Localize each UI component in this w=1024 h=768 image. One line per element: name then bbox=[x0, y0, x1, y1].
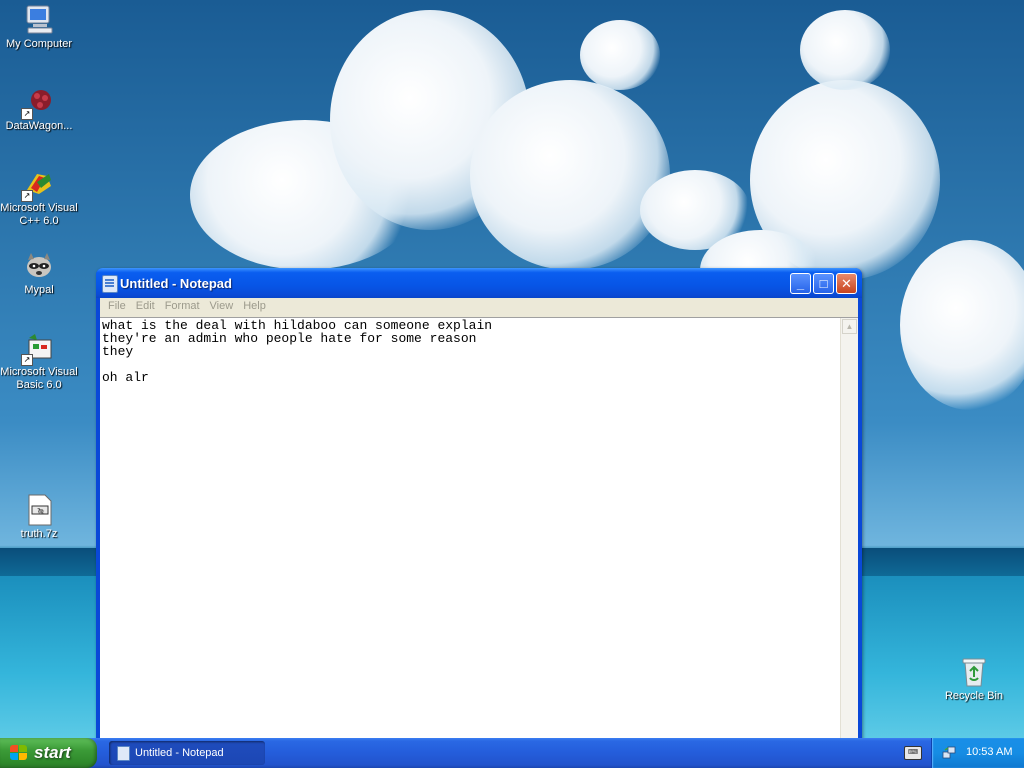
taskbar-button-label: Untitled - Notepad bbox=[135, 747, 224, 759]
shortcut-arrow-icon: ↗ bbox=[21, 190, 33, 202]
text-editor-area[interactable]: what is the deal with hildaboo can someo… bbox=[100, 317, 858, 742]
menu-format[interactable]: Format bbox=[161, 298, 206, 317]
notepad-icon bbox=[102, 275, 118, 293]
clock[interactable]: 10:53 AM bbox=[966, 746, 1012, 758]
system-tray: 10:53 AM bbox=[931, 738, 1024, 768]
maximize-button[interactable]: □ bbox=[813, 273, 834, 294]
desktop-icon-mypal[interactable]: Mypal bbox=[0, 250, 78, 297]
desktop-icon-label: Mypal bbox=[24, 284, 54, 296]
desktop-icon-visual-basic[interactable]: ↗ Microsoft Visual Basic 6.0 bbox=[0, 332, 78, 392]
window-title: Untitled - Notepad bbox=[120, 276, 232, 291]
datawagon-icon: ↗ bbox=[21, 86, 55, 120]
notepad-window[interactable]: Untitled - Notepad _ □ ✕ File Edit Forma… bbox=[96, 268, 862, 742]
computer-icon bbox=[23, 4, 55, 36]
desktop-icon-label: My Computer bbox=[5, 38, 73, 50]
desktop-icon-datawagon[interactable]: ↗ DataWagon... bbox=[0, 86, 78, 133]
keyboard-icon[interactable]: ⌨ bbox=[904, 746, 922, 760]
notepad-client: File Edit Format View Help what is the d… bbox=[100, 298, 858, 742]
desktop-icon-label: Recycle Bin bbox=[944, 690, 1004, 702]
archive-file-icon: 7z bbox=[23, 494, 55, 526]
scroll-up-arrow-icon[interactable]: ▲ bbox=[842, 319, 857, 334]
desktop-icon-label: DataWagon... bbox=[5, 120, 73, 132]
menu-file[interactable]: File bbox=[104, 298, 132, 317]
menu-view[interactable]: View bbox=[206, 298, 240, 317]
network-icon[interactable] bbox=[942, 746, 956, 759]
desktop-icon-label: Microsoft Visual C++ 6.0 bbox=[0, 202, 78, 227]
mypal-raccoon-icon bbox=[23, 250, 55, 282]
start-label: start bbox=[34, 743, 71, 762]
svg-text:7z: 7z bbox=[37, 509, 43, 515]
notepad-icon bbox=[117, 746, 130, 761]
title-bar[interactable]: Untitled - Notepad _ □ ✕ bbox=[96, 268, 862, 298]
shortcut-arrow-icon: ↗ bbox=[21, 108, 33, 120]
taskbar-button-notepad[interactable]: Untitled - Notepad bbox=[109, 741, 265, 765]
desktop-icon-label: truth.7z bbox=[20, 528, 58, 540]
windows-logo-icon bbox=[10, 745, 28, 761]
vertical-scrollbar[interactable]: ▲ bbox=[840, 318, 858, 742]
document-text[interactable]: what is the deal with hildaboo can someo… bbox=[102, 319, 838, 739]
menu-help[interactable]: Help bbox=[239, 298, 272, 317]
menu-edit[interactable]: Edit bbox=[132, 298, 161, 317]
visual-cpp-icon: ↗ bbox=[21, 168, 55, 202]
desktop-icon-recycle-bin[interactable]: Recycle Bin bbox=[935, 656, 1013, 703]
taskbar: start Untitled - Notepad ⌨ 10:53 AM bbox=[0, 738, 1024, 768]
desktop-icon-visual-cpp[interactable]: ↗ Microsoft Visual C++ 6.0 bbox=[0, 168, 78, 228]
minimize-button[interactable]: _ bbox=[790, 273, 811, 294]
shortcut-arrow-icon: ↗ bbox=[21, 354, 33, 366]
desktop-icon-truth-7z[interactable]: 7z truth.7z bbox=[0, 494, 78, 541]
close-button[interactable]: ✕ bbox=[836, 273, 857, 294]
menu-bar: File Edit Format View Help bbox=[100, 298, 858, 317]
recycle-bin-icon bbox=[958, 656, 990, 688]
desktop-icon-my-computer[interactable]: My Computer bbox=[0, 4, 78, 51]
desktop-icon-label: Microsoft Visual Basic 6.0 bbox=[0, 366, 78, 391]
visual-basic-icon: ↗ bbox=[21, 332, 55, 366]
start-button[interactable]: start bbox=[0, 738, 97, 768]
